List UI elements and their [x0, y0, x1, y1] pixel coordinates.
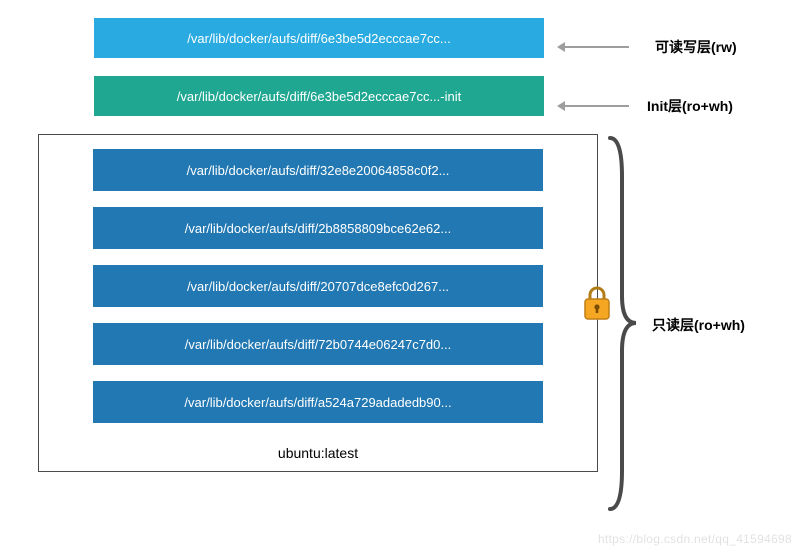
rw-layer: /var/lib/docker/aufs/diff/6e3be5d2ecccae… [94, 18, 544, 58]
ro-layer: /var/lib/docker/aufs/diff/20707dce8efc0d… [93, 265, 543, 307]
image-name-label: ubuntu:latest [93, 439, 543, 465]
init-layer: /var/lib/docker/aufs/diff/6e3be5d2ecccae… [94, 76, 544, 116]
arrow-line [563, 105, 629, 107]
arrow-line [563, 46, 629, 48]
image-box: /var/lib/docker/aufs/diff/32e8e20064858c… [38, 134, 598, 472]
ro-label: 只读层(ro+wh) [652, 315, 745, 335]
brace-icon [604, 136, 640, 511]
ro-layer-path: /var/lib/docker/aufs/diff/2b8858809bce62… [185, 221, 451, 236]
ro-layer-path: /var/lib/docker/aufs/diff/a524a729adaded… [184, 395, 451, 410]
ro-layer-path: /var/lib/docker/aufs/diff/72b0744e06247c… [185, 337, 451, 352]
init-layer-path: /var/lib/docker/aufs/diff/6e3be5d2ecccae… [177, 89, 461, 104]
rw-layer-path: /var/lib/docker/aufs/diff/6e3be5d2ecccae… [187, 31, 451, 46]
ro-layer-path: /var/lib/docker/aufs/diff/20707dce8efc0d… [187, 279, 449, 294]
init-label: Init层(ro+wh) [647, 96, 733, 116]
arrow-init: Init层(ro+wh) [563, 96, 733, 116]
watermark: https://blog.csdn.net/qq_41594698 [598, 532, 792, 546]
ro-layer: /var/lib/docker/aufs/diff/32e8e20064858c… [93, 149, 543, 191]
rw-label: 可读写层(rw) [655, 37, 737, 57]
arrow-rw: 可读写层(rw) [563, 37, 737, 57]
ro-layer: /var/lib/docker/aufs/diff/a524a729adaded… [93, 381, 543, 423]
ro-layer: /var/lib/docker/aufs/diff/72b0744e06247c… [93, 323, 543, 365]
ro-layer: /var/lib/docker/aufs/diff/2b8858809bce62… [93, 207, 543, 249]
ro-layer-path: /var/lib/docker/aufs/diff/32e8e20064858c… [187, 163, 450, 178]
